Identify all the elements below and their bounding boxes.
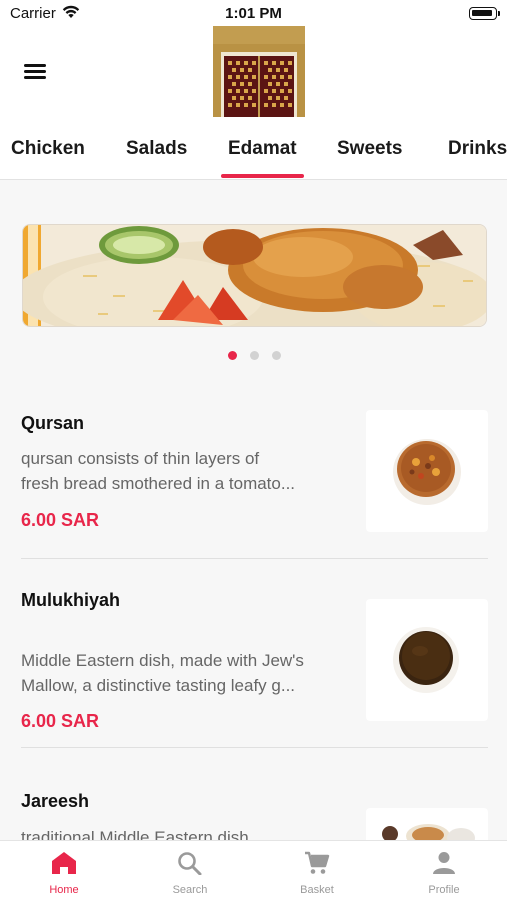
nav-profile-label: Profile <box>428 884 460 896</box>
app-screen: Carrier 1:01 PM Chicken Salads Edamat Sw… <box>0 0 507 900</box>
tab-drinks[interactable]: Drinks <box>448 138 507 160</box>
clock: 1:01 PM <box>225 5 282 22</box>
item-name: Mulukhiyah <box>21 590 121 610</box>
promo-banner[interactable] <box>22 224 487 327</box>
app-header <box>0 26 507 120</box>
search-icon <box>178 852 202 875</box>
active-tab-indicator <box>221 174 304 178</box>
tab-chicken[interactable]: Chicken <box>11 138 85 160</box>
item-price: 6.00 SAR <box>21 711 100 731</box>
carousel-dot-2[interactable] <box>250 351 259 360</box>
item-price: 6.00 SAR <box>21 510 100 530</box>
nav-home[interactable]: Home <box>1 841 127 900</box>
nav-basket[interactable]: Basket <box>254 841 380 900</box>
item-divider <box>21 558 488 559</box>
nav-home-label: Home <box>49 884 79 896</box>
qursan-dish-image <box>393 439 461 505</box>
item-name: Qursan <box>21 413 85 433</box>
nav-profile[interactable]: Profile <box>381 841 507 900</box>
home-icon <box>52 852 76 874</box>
item-description: Middle Eastern dish, made with Jew's Mal… <box>21 651 304 695</box>
nav-search-label: Search <box>172 884 208 896</box>
nav-basket-label: Basket <box>300 884 334 896</box>
item-image <box>366 410 488 532</box>
category-tabs: Chicken Salads Edamat Sweets Drinks <box>0 120 507 180</box>
nav-search[interactable]: Search <box>127 841 253 900</box>
tab-salads[interactable]: Salads <box>126 138 187 160</box>
cart-icon <box>305 851 330 874</box>
tab-edamat[interactable]: Edamat <box>228 138 297 160</box>
carousel-dot-1[interactable] <box>228 351 237 360</box>
battery-icon <box>469 7 500 20</box>
restaurant-logo <box>213 26 305 117</box>
carousel-pagination <box>0 351 507 361</box>
item-image <box>366 599 488 721</box>
mulukhiyah-dish-image <box>393 627 459 693</box>
item-description: qursan consists of thin layers of fresh … <box>21 449 296 493</box>
profile-icon <box>433 852 455 874</box>
hamburger-menu-icon[interactable] <box>22 60 48 82</box>
bottom-navigation: Home Search Basket Profile <box>0 840 507 900</box>
tab-sweets[interactable]: Sweets <box>337 138 402 160</box>
banner-food-image <box>23 225 486 326</box>
item-divider <box>21 747 488 748</box>
item-name: Jareesh <box>21 791 90 811</box>
carousel-dot-3[interactable] <box>272 351 281 360</box>
status-bar: Carrier 1:01 PM <box>0 0 507 26</box>
